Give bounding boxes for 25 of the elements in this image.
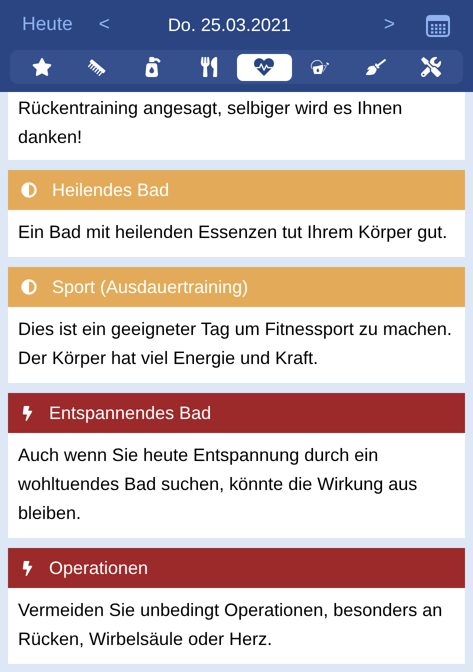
entry-text: Auch wenn Sie heute Entspannung durch ein wohltuendes Bad suchen, könnte die Wirkung aus bleiben.: [18, 444, 418, 525]
entry-title: Operationen: [49, 556, 148, 580]
entry-title: Entspannendes Bad: [49, 402, 212, 425]
entry-title: Heilendes Bad: [52, 178, 170, 202]
today-button[interactable]: Heute: [22, 10, 73, 40]
entry-text: Dies ist ein geeigneter Tag um Fitnessport zu machen. Der Körper hat viel Energie und Kraft.: [18, 318, 453, 370]
calendar-icon: [425, 12, 451, 38]
lightning-icon: [20, 560, 35, 576]
heartbeat-icon: [254, 57, 274, 77]
lightning-icon: [20, 406, 35, 420]
tools-icon: [421, 57, 442, 77]
entry-title: Sport (Ausdauertraining): [52, 276, 248, 299]
entry-text: Rückentraining angesagt, selbiger wird es Ihnen danken!: [18, 97, 404, 149]
entry-text: Ein Bad mit heilenden Essenzen tut Ihrem Körper gut.: [18, 221, 448, 244]
entry-text: Vermeiden Sie unbedingt Operationen, besonders an Rücken, Wirbelsäule oder Herz.: [18, 599, 444, 651]
previous-day-button[interactable]: <: [98, 10, 110, 40]
star-icon: [32, 57, 52, 77]
date-title: Do. 25.03.2021: [168, 14, 291, 36]
broom-icon: [366, 57, 386, 77]
category-tab[interactable]: [236, 54, 292, 80]
next-day-button[interactable]: >: [384, 10, 395, 40]
watering-can-icon: [310, 57, 330, 77]
soap-dispenser-icon: [143, 57, 164, 77]
calendar-button[interactable]: [425, 12, 451, 38]
fork-knife-icon: [198, 57, 219, 77]
